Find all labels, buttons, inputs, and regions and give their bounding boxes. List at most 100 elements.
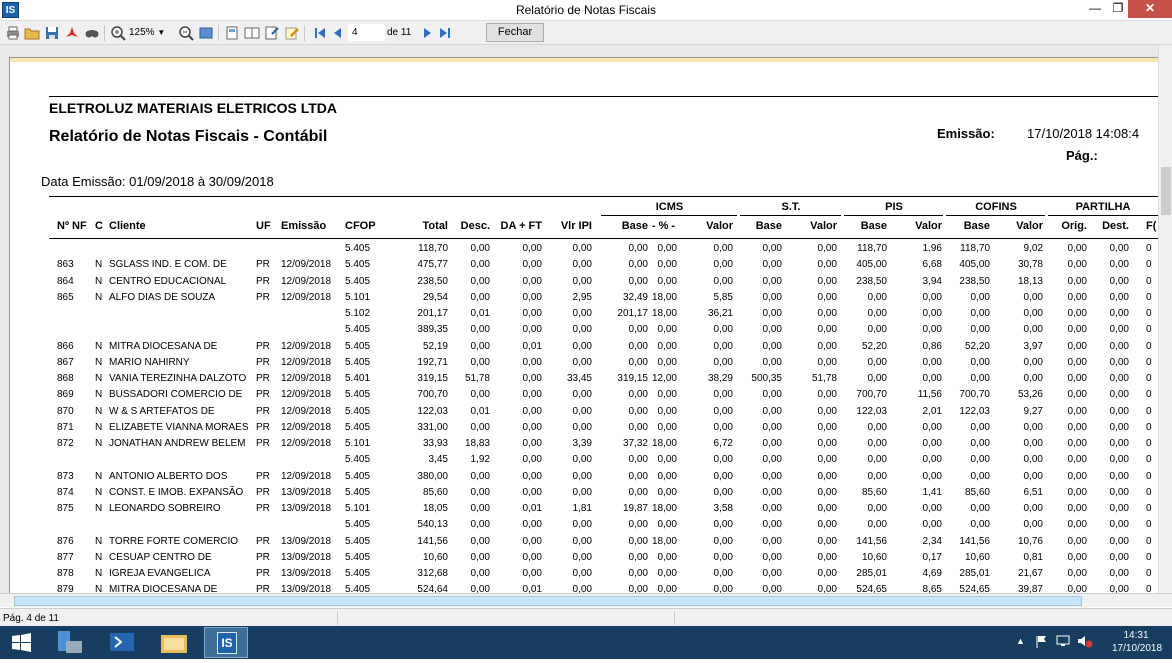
table-cell: 0,00 bbox=[867, 519, 887, 531]
prev-page-icon[interactable] bbox=[330, 25, 346, 41]
table-cell: PR bbox=[256, 291, 270, 303]
table-cell: 5.405 bbox=[345, 324, 371, 336]
table-cell: 0,00 bbox=[657, 568, 677, 579]
table-row: 867 N MARIO NAHIRNY PR 12/09/2018 5.405 192,71… bbox=[0, 355, 1155, 371]
table-cell: 0,00 bbox=[1109, 405, 1129, 417]
file-explorer-icon[interactable] bbox=[152, 627, 196, 658]
table-cell: 5.405 bbox=[345, 340, 371, 352]
vertical-scroll-thumb[interactable] bbox=[1161, 167, 1171, 215]
save-icon[interactable] bbox=[44, 25, 60, 41]
page-width-icon[interactable] bbox=[198, 25, 214, 41]
start-button[interactable] bbox=[0, 627, 44, 658]
table-cell: 5,85 bbox=[713, 291, 733, 303]
table-cell: 12/09/2018 bbox=[281, 291, 332, 303]
table-cell: 2,34 bbox=[922, 535, 942, 547]
table-cell: 0,00 bbox=[1067, 486, 1087, 498]
table-cell: BUSSADORI COMERCIO DE bbox=[109, 389, 243, 401]
page-top-border bbox=[10, 58, 1165, 62]
column-header: UF bbox=[256, 220, 271, 232]
tray-expand-icon[interactable]: ▲ bbox=[1016, 636, 1025, 646]
table-cell: CENTRO EDUCACIONAL bbox=[109, 275, 227, 287]
table-cell: 405,00 bbox=[856, 259, 887, 271]
find-icon[interactable] bbox=[84, 25, 100, 41]
table-cell: 319,15 bbox=[417, 373, 448, 384]
edit-icon[interactable] bbox=[284, 25, 300, 41]
table-cell: 12/09/2018 bbox=[281, 259, 332, 271]
table-cell: 0 bbox=[1146, 535, 1152, 547]
first-page-icon[interactable] bbox=[312, 25, 328, 41]
table-cell: 0,00 bbox=[572, 470, 592, 482]
report-app-taskbar-button[interactable]: IS bbox=[204, 627, 248, 658]
column-header: Dest. bbox=[1102, 220, 1129, 232]
table-cell: 0,00 bbox=[867, 454, 887, 466]
zoom-in-icon[interactable] bbox=[110, 25, 126, 41]
table-cell: 5.101 bbox=[345, 438, 371, 449]
table-cell: 53,26 bbox=[1017, 389, 1043, 401]
table-row: 865 N ALFO DIAS DE SOUZA PR 12/09/2018 5.101 2… bbox=[0, 290, 1155, 306]
table-cell: PR bbox=[256, 503, 270, 514]
powershell-icon[interactable] bbox=[100, 627, 144, 658]
last-page-icon[interactable] bbox=[437, 25, 453, 41]
column-header: F( bbox=[1146, 220, 1157, 232]
export-icon[interactable] bbox=[264, 25, 280, 41]
table-cell: 0,00 bbox=[1067, 454, 1087, 466]
table-cell: 0,00 bbox=[470, 291, 490, 303]
table-cell: SGLASS IND. E COM. DE bbox=[109, 259, 227, 271]
table-cell: 0,00 bbox=[762, 470, 782, 482]
table-cell: 5.405 bbox=[345, 454, 371, 466]
group-rule bbox=[740, 215, 841, 216]
table-cell: 5.405 bbox=[345, 243, 371, 254]
table-cell: 0,00 bbox=[970, 291, 990, 303]
pdf-export-icon[interactable] bbox=[64, 25, 80, 41]
server-manager-icon[interactable] bbox=[48, 627, 92, 658]
table-cell: 0,00 bbox=[867, 373, 887, 384]
table-cell: 0,00 bbox=[817, 340, 837, 352]
horizontal-scrollbar[interactable] bbox=[0, 593, 1172, 607]
company-name: ELETROLUZ MATERIAIS ELETRICOS LTDA bbox=[49, 100, 338, 116]
table-cell: 36,21 bbox=[707, 308, 733, 319]
table-cell: 0,00 bbox=[922, 454, 942, 466]
table-cell: 0,00 bbox=[762, 486, 782, 498]
network-icon[interactable] bbox=[1056, 634, 1070, 653]
two-pages-icon[interactable] bbox=[244, 25, 260, 41]
zoom-select[interactable]: 125% ▼ bbox=[129, 25, 169, 41]
table-cell: PR bbox=[256, 421, 270, 433]
table-cell: 0,00 bbox=[817, 519, 837, 531]
table-cell: 19,87 bbox=[622, 503, 648, 514]
vertical-scrollbar[interactable] bbox=[1158, 45, 1172, 593]
table-cell: 700,70 bbox=[856, 389, 887, 401]
toolbar-separator bbox=[104, 25, 105, 41]
table-cell: 9,27 bbox=[1023, 405, 1043, 417]
table-cell: 33,93 bbox=[422, 438, 448, 449]
table-cell: 0,00 bbox=[572, 275, 592, 287]
table-cell: 0 bbox=[1146, 259, 1152, 271]
table-cell: 3,58 bbox=[713, 503, 733, 514]
table-cell: PR bbox=[256, 438, 270, 449]
close-window-button[interactable]: ✕ bbox=[1128, 0, 1172, 18]
table-cell: 0,00 bbox=[867, 291, 887, 303]
page-number-input[interactable]: 4 bbox=[348, 24, 385, 41]
table-cell: 5.405 bbox=[345, 421, 371, 433]
table-cell: 0,00 bbox=[762, 438, 782, 449]
column-header: Nº NF bbox=[57, 220, 87, 232]
table-cell: MITRA DIOCESANA DE bbox=[109, 340, 218, 352]
table-cell: 0,00 bbox=[713, 356, 733, 368]
table-cell: 540,13 bbox=[417, 519, 448, 531]
next-page-icon[interactable] bbox=[419, 25, 435, 41]
table-cell: 0,00 bbox=[922, 291, 942, 303]
table-cell: 0,00 bbox=[1067, 470, 1087, 482]
volume-muted-icon[interactable] bbox=[1077, 634, 1093, 653]
horizontal-scroll-thumb[interactable] bbox=[14, 596, 1082, 606]
single-page-icon[interactable] bbox=[224, 25, 240, 41]
table-cell: 238,50 bbox=[417, 275, 448, 287]
open-folder-icon[interactable] bbox=[24, 25, 40, 41]
print-icon[interactable] bbox=[5, 25, 21, 41]
taskbar-clock[interactable]: 14:31 17/10/2018 bbox=[1112, 629, 1162, 655]
fechar-button[interactable]: Fechar bbox=[486, 23, 544, 42]
status-separator bbox=[674, 611, 675, 625]
table-cell: 0,00 bbox=[922, 438, 942, 449]
table-cell: 0,00 bbox=[1067, 308, 1087, 319]
flag-icon[interactable] bbox=[1036, 635, 1048, 654]
table-cell: 0,00 bbox=[1023, 454, 1043, 466]
zoom-out-icon[interactable] bbox=[178, 25, 194, 41]
